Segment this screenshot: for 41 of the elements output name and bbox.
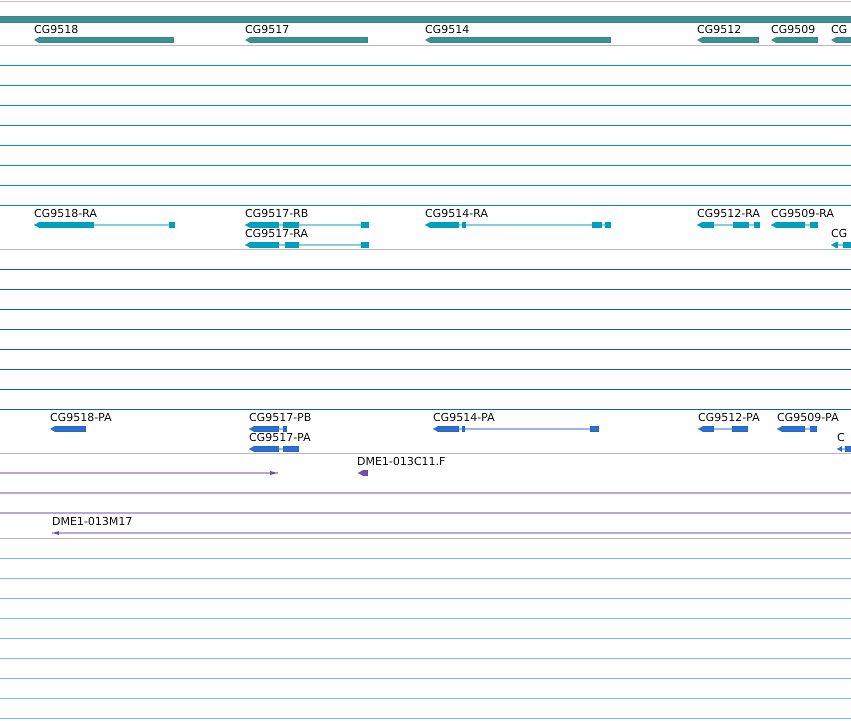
feature-label: CG9512-RA [697, 207, 760, 220]
transcript-glyph[interactable] [34, 222, 176, 228]
feature-label: CG [831, 23, 848, 36]
feature-label: CG9517 [245, 23, 290, 36]
transcript-glyph[interactable] [770, 222, 818, 228]
feature-label: DME1-013C11.F [357, 455, 446, 468]
feature-label: CG9514 [425, 23, 470, 36]
feature-label: CG9509 [771, 23, 816, 36]
gene-bar[interactable] [245, 37, 368, 43]
transcript-glyph[interactable] [248, 446, 300, 452]
feature-label: DME1-013M17 [52, 515, 132, 528]
feature-label: CG9509-PA [777, 411, 839, 424]
transcript-glyph[interactable] [830, 242, 851, 248]
feature-label: CG9518-PA [50, 411, 112, 424]
transcript-glyph[interactable] [776, 426, 818, 432]
transcript-glyph[interactable] [432, 426, 600, 432]
transcript-glyph[interactable] [244, 222, 370, 228]
feature-label: CG9518-RA [34, 207, 97, 220]
transcript-glyph[interactable] [836, 446, 851, 452]
feature-label: CG9512-PA [698, 411, 760, 424]
feature-label: CG9517-PB [249, 411, 312, 424]
gene-bar[interactable] [771, 37, 818, 43]
gene-bar[interactable] [697, 37, 759, 43]
feature-label: CG9517-RB [245, 207, 308, 220]
feature-label: CG9517-RA [245, 227, 308, 240]
transcript-glyph[interactable] [424, 222, 612, 228]
feature-label: CG9514-PA [433, 411, 495, 424]
feature-label: CG [831, 227, 848, 240]
feature-label: CG9518 [34, 23, 78, 36]
feature-label: CG9509-RA [771, 207, 834, 220]
transcript-glyph[interactable] [248, 426, 288, 432]
feature-label: CG9512 [697, 23, 742, 36]
feature-label: C [837, 431, 845, 444]
clone-bar[interactable] [358, 470, 368, 476]
feature-label: CG9517-PA [249, 431, 311, 444]
transcript-glyph[interactable] [696, 222, 760, 228]
transcript-glyph[interactable] [244, 242, 370, 248]
transcript-glyph[interactable] [698, 426, 748, 432]
feature-bar[interactable] [50, 426, 86, 432]
feature-label: CG9514-RA [425, 207, 488, 220]
gene-bar[interactable] [831, 37, 851, 43]
